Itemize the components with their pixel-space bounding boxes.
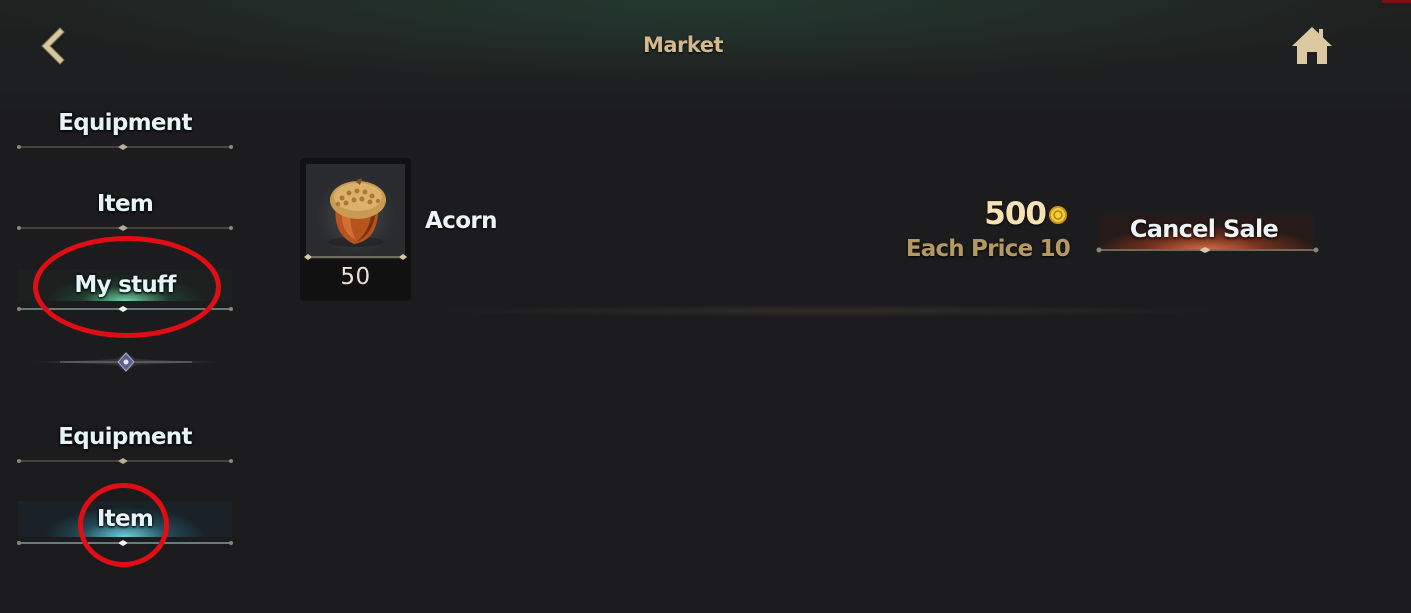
divider-ornament [17,144,233,150]
divider-ornament [17,540,233,546]
sidebar-item-equipment[interactable]: Equipment [16,412,234,478]
section-separator-ornament [30,352,222,372]
home-icon [1292,27,1332,64]
divider-ornament [17,458,233,464]
item-quantity: 50 [340,264,371,290]
divider-ornament [17,306,233,312]
sidebar-item-label: Equipment [58,110,192,136]
each-price: Each Price 10 [905,236,1071,262]
sidebar-item-label: Equipment [58,424,192,450]
page-title: Market [642,33,724,57]
cancel-sale-label: Cancel Sale [1129,215,1279,243]
sidebar: Equipment Item My stuff Equipment Item [0,90,250,613]
market-screen: Market Equipment Item My stuff Equipment… [0,0,1411,613]
sidebar-item-my-stuff[interactable]: My stuff [16,261,234,327]
item-art [306,164,405,259]
divider-ornament [304,254,407,260]
sidebar-item-label: Item [96,191,154,217]
market-listing-row: 50 Acorn 500 Each Price 10 Cancel Sale [300,158,1330,303]
item-name: Acorn [425,208,498,234]
gold-coin-icon [1049,206,1067,224]
sidebar-item-equipment[interactable]: Equipment [16,98,234,164]
listing-underline-glow [420,303,1240,317]
home-button[interactable] [1287,22,1337,70]
sidebar-item-item[interactable]: Item [16,495,234,561]
top-bar: Market [0,0,1411,90]
sidebar-item-label: Item [96,506,154,532]
divider-ornament [1096,247,1319,253]
acorn-icon [328,178,386,247]
sidebar-item-label: My stuff [74,272,176,298]
total-price: 500 [984,196,1047,232]
cancel-sale-button[interactable]: Cancel Sale [1095,211,1320,257]
divider-ornament [17,225,233,231]
item-slot[interactable]: 50 [300,158,411,301]
sidebar-item-item[interactable]: Item [16,179,234,245]
